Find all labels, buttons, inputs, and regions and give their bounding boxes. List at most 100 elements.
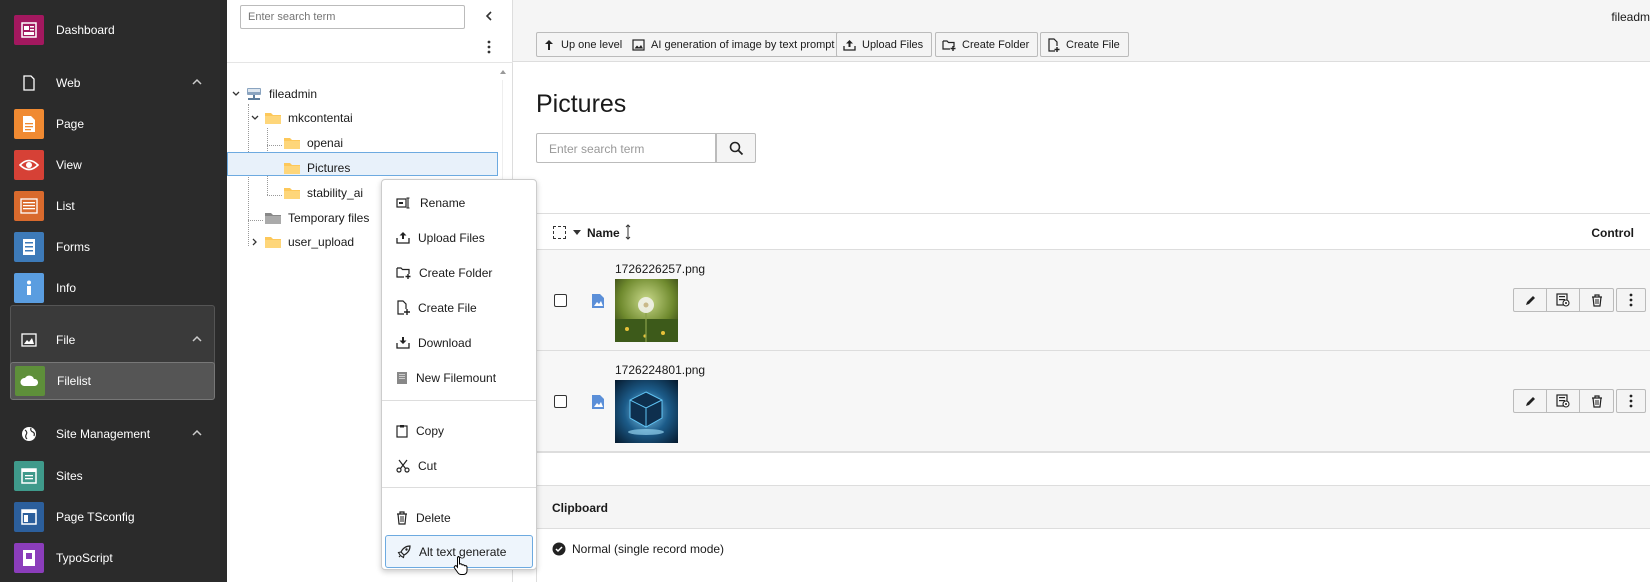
sort-icon[interactable]: [625, 224, 631, 240]
kebab-icon: [1629, 394, 1633, 408]
upload-files-button[interactable]: Upload Files: [836, 32, 933, 57]
trash-icon: [1591, 293, 1602, 307]
tree-node-selected: [227, 152, 498, 176]
thumbnail-cube[interactable]: [615, 380, 678, 443]
caret-down-icon[interactable]: [573, 230, 581, 236]
search-button[interactable]: [716, 133, 756, 163]
user-label[interactable]: fileadm: [1611, 10, 1650, 24]
menu-item-new-filemount[interactable]: New Filemount: [385, 361, 533, 394]
table-row[interactable]: 1726226257.png: [537, 250, 1650, 351]
module-filelist[interactable]: Filelist: [10, 362, 215, 400]
module-forms[interactable]: Forms: [10, 228, 215, 266]
file-name[interactable]: 1726224801.png: [615, 363, 705, 377]
module-page-tsconfig[interactable]: Page TSconfig: [10, 498, 215, 536]
clipboard-mode-label: Normal (single record mode): [572, 542, 725, 556]
tree-node-label: mkcontentai: [288, 111, 353, 125]
menu-divider: [382, 400, 536, 401]
tree-node-openai[interactable]: openai: [283, 131, 343, 155]
tree-node-temporary-files[interactable]: Temporary files: [264, 206, 369, 230]
table-row[interactable]: 1726224801.png: [537, 351, 1650, 452]
tree-node-fileadmin[interactable]: fileadmin: [231, 82, 317, 106]
menu-item-create-file[interactable]: Create File: [385, 291, 533, 324]
module-sites[interactable]: Sites: [10, 457, 215, 495]
tree-options-icon[interactable]: [487, 40, 491, 54]
module-typoscript[interactable]: TypoScript: [10, 539, 215, 577]
edit-metadata-button[interactable]: [1547, 390, 1580, 412]
row-actions: [1513, 288, 1614, 312]
folder-add-icon: [396, 267, 411, 279]
more-actions-button[interactable]: [1616, 288, 1646, 312]
dashboard-icon: [14, 15, 44, 45]
chevron-down-icon[interactable]: [250, 113, 260, 123]
chevron-right-icon[interactable]: [250, 237, 260, 247]
module-dashboard[interactable]: Dashboard: [10, 11, 215, 49]
chevron-down-icon[interactable]: [231, 89, 241, 99]
menu-item-rename[interactable]: Rename: [385, 186, 533, 219]
ai-generation-button[interactable]: AI generation of image by text prompt: [626, 32, 844, 57]
menu-item-copy[interactable]: Copy: [385, 414, 533, 447]
module-label: TypoScript: [56, 551, 113, 565]
button-label: Create File: [1066, 38, 1120, 51]
rename-icon: [396, 196, 410, 209]
more-actions-button[interactable]: [1616, 389, 1646, 413]
tree-node-mkcontentai[interactable]: mkcontentai: [250, 106, 353, 130]
folder-icon: [265, 237, 281, 248]
create-file-button[interactable]: Create File: [1040, 32, 1129, 57]
tree-node-label: Temporary files: [288, 211, 370, 225]
create-folder-button[interactable]: Create Folder: [935, 32, 1039, 57]
tree-node-user-upload[interactable]: user_upload: [250, 230, 354, 254]
forms-icon: [14, 232, 44, 262]
info-icon: [14, 273, 44, 303]
thumbnail-dandelion[interactable]: [615, 279, 678, 342]
menu-item-cut[interactable]: Cut: [385, 449, 533, 482]
menu-item-delete[interactable]: Delete: [385, 501, 533, 534]
menu-item-label: Upload Files: [418, 230, 485, 245]
tree-search-input[interactable]: [240, 5, 465, 29]
tree-node-pictures[interactable]: Pictures: [283, 156, 350, 180]
module-info[interactable]: Info: [10, 269, 215, 307]
search-icon: [729, 141, 743, 155]
module-view[interactable]: View: [10, 146, 215, 184]
module-group-site-management[interactable]: Site Management: [10, 416, 215, 452]
row-checkbox[interactable]: [554, 395, 567, 408]
image-file-icon: [592, 294, 604, 308]
arrow-up-icon: [545, 39, 553, 50]
column-name[interactable]: Name: [587, 226, 620, 240]
row-checkbox[interactable]: [554, 294, 567, 307]
pencil-icon: [1525, 295, 1535, 305]
up-one-level-button[interactable]: Up one level: [536, 32, 632, 57]
module-group-web[interactable]: Web: [10, 65, 215, 101]
delete-button[interactable]: [1580, 390, 1613, 412]
folder-icon: [284, 138, 300, 149]
edit-button[interactable]: [1514, 390, 1547, 412]
file-name[interactable]: 1726226257.png: [615, 262, 705, 276]
page-tsconfig-icon: [14, 502, 44, 532]
menu-item-create-folder[interactable]: Create Folder: [385, 256, 533, 289]
button-label: Upload Files: [862, 38, 924, 51]
collapse-panel-icon[interactable]: [483, 10, 495, 22]
module-menu: Dashboard Web Page View List Forms Info …: [0, 0, 227, 582]
module-page[interactable]: Page: [10, 105, 215, 143]
tree-line: [267, 195, 282, 196]
edit-button[interactable]: [1514, 289, 1547, 311]
file-search-input[interactable]: Enter search term: [536, 133, 716, 163]
module-group-file[interactable]: File: [10, 322, 215, 358]
module-group-label: Site Management: [56, 427, 151, 441]
clipboard-title: Clipboard: [537, 486, 1650, 529]
edit-metadata-button[interactable]: [1547, 289, 1580, 311]
row-actions: [1513, 389, 1614, 413]
chevron-up-icon: [192, 335, 202, 342]
tree-node-stability-ai[interactable]: stability_ai: [283, 181, 363, 205]
file-add-icon: [1048, 37, 1060, 52]
menu-item-label: New Filemount: [416, 370, 497, 385]
menu-item-upload-files[interactable]: Upload Files: [385, 221, 533, 254]
module-label: Page: [56, 117, 85, 131]
module-list[interactable]: List: [10, 187, 215, 225]
delete-button[interactable]: [1580, 289, 1613, 311]
page-title: Pictures: [536, 90, 627, 118]
clipboard-panel: Clipboard Normal (single record mode): [536, 485, 1650, 582]
select-all-checkbox[interactable]: [553, 226, 566, 239]
menu-item-download[interactable]: Download: [385, 326, 533, 359]
context-menu: Rename Upload Files Create Folder Create…: [381, 179, 537, 570]
clipboard-mode-option[interactable]: Normal (single record mode): [537, 529, 1650, 569]
